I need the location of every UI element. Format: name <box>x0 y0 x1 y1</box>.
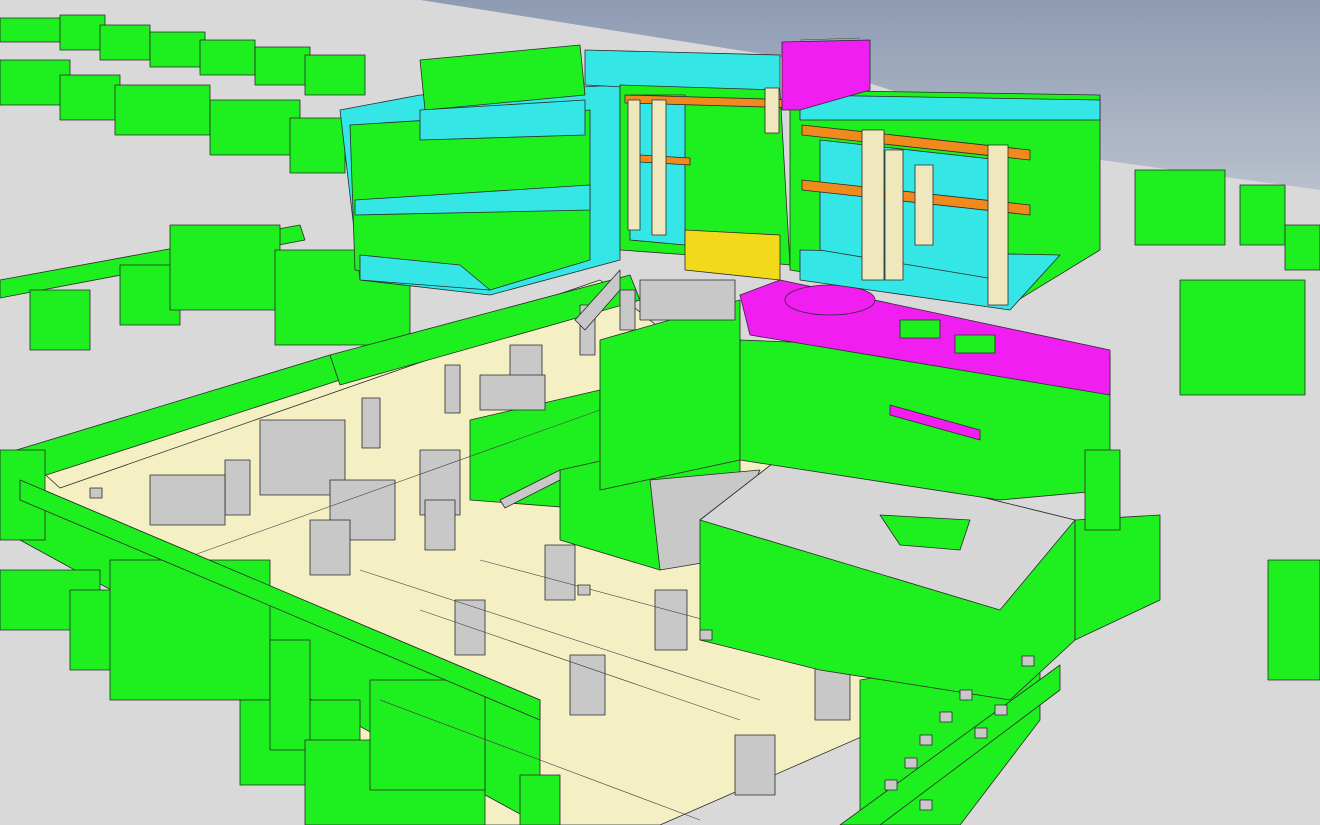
building-model-3d-view[interactable] <box>0 0 1320 825</box>
3d-model-viewport[interactable] <box>0 0 1320 825</box>
